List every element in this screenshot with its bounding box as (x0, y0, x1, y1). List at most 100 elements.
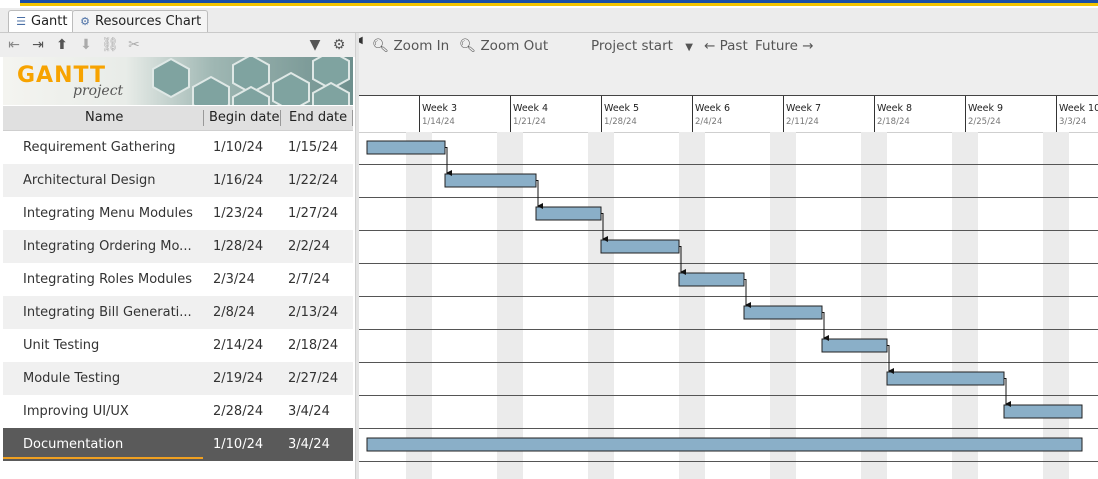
timeline-header: Week 3 1/14/24 Week 4 1/21/24 Week 5 1/28/24 W… (359, 95, 1098, 133)
unlink-icon[interactable]: ✂ (125, 36, 143, 54)
column-header-end-date[interactable]: End date (289, 106, 347, 130)
timeline-week: Week 3 1/14/24 (419, 96, 457, 132)
task-end-date: 1/22/24 (288, 173, 339, 188)
table-row[interactable]: Integrating Roles Modules 2/3/24 2/7/24 (3, 263, 353, 296)
column-divider[interactable] (352, 110, 353, 126)
week-label: Week 7 (786, 103, 822, 114)
task-begin-date: 2/19/24 (213, 371, 264, 386)
task-end-date: 2/18/24 (288, 338, 339, 353)
task-table-panel: ⇤ ⇥ ⬆ ⬇ ⛓ ✂ ▼ ⚙ GANTT project Name Begin… (0, 33, 355, 479)
task-toolbar: ⇤ ⇥ ⬆ ⬇ ⛓ ✂ ▼ ⚙ (0, 33, 355, 57)
task-bar[interactable] (366, 437, 1083, 452)
week-label: Week 5 (604, 103, 640, 114)
future-button[interactable]: Future → (755, 37, 814, 55)
zoom-in-button[interactable]: 🔍︎ Zoom In (372, 37, 449, 55)
table-row[interactable]: Architectural Design 1/16/24 1/22/24 (3, 164, 353, 197)
task-begin-date: 1/10/24 (213, 140, 264, 155)
top-strip-yellow (20, 3, 1098, 6)
task-bar[interactable] (678, 272, 745, 287)
week-label: Week 8 (877, 103, 913, 114)
column-divider[interactable] (280, 110, 281, 126)
table-row[interactable]: Improving UI/UX 2/28/24 3/4/24 (3, 395, 353, 428)
week-date: 2/4/24 (695, 117, 723, 127)
column-divider[interactable] (203, 110, 204, 126)
week-date: 2/25/24 (968, 117, 1001, 127)
task-begin-date: 2/3/24 (213, 272, 255, 287)
past-button[interactable]: ← Past (704, 37, 748, 55)
tab-gantt[interactable]: ☰ Gantt (8, 10, 75, 32)
task-name: Integrating Bill Generati... (23, 305, 192, 320)
task-bar[interactable] (1003, 404, 1083, 419)
outdent-icon[interactable]: ⇤ (5, 36, 23, 54)
task-bars (366, 140, 1083, 452)
week-label: Week 4 (513, 103, 549, 114)
tab-bar: ☰ Gantt ⚙ Resources Chart (0, 8, 1098, 33)
task-name: Architectural Design (23, 173, 156, 188)
task-bar[interactable] (444, 173, 537, 188)
logo-text-sub: project (73, 83, 124, 99)
task-bar[interactable] (743, 305, 823, 320)
task-begin-date: 2/8/24 (213, 305, 255, 320)
column-header-begin-date[interactable]: Begin date (209, 106, 279, 130)
table-row[interactable]: Integrating Bill Generati... 2/8/24 2/13/2… (3, 296, 353, 329)
task-bar[interactable] (886, 371, 1005, 386)
table-row[interactable]: Module Testing 2/19/24 2/27/24 (3, 362, 353, 395)
task-name: Integrating Ordering Mo... (23, 239, 192, 254)
selection-underline (3, 457, 203, 459)
tab-resources-label: Resources Chart (95, 14, 202, 29)
gantt-icon: ☰ (16, 14, 26, 28)
ganttproject-logo: GANTT project (3, 57, 353, 105)
task-bar[interactable] (821, 338, 888, 353)
task-begin-date: 1/16/24 (213, 173, 264, 188)
zoom-out-icon: 🔍︎ (459, 38, 477, 54)
task-name: Requirement Gathering (23, 140, 176, 155)
timeline-week: Week 4 1/21/24 (510, 96, 548, 132)
chevron-down-icon: ▼ (685, 42, 693, 53)
task-end-date: 3/4/24 (288, 437, 330, 452)
tab-resources-chart[interactable]: ⚙ Resources Chart (72, 10, 209, 32)
task-name: Module Testing (23, 371, 121, 386)
week-date: 1/14/24 (422, 117, 455, 127)
project-start-button[interactable]: Project start ▼ (591, 37, 693, 55)
settings-icon[interactable]: ⚙ (330, 36, 348, 54)
task-bar[interactable] (366, 140, 446, 155)
zoom-in-icon: 🔍︎ (372, 38, 390, 54)
move-down-icon[interactable]: ⬇ (77, 36, 95, 54)
week-label: Week 10 (1059, 103, 1098, 114)
task-end-date: 3/4/24 (288, 404, 330, 419)
link-icon[interactable]: ⛓ (101, 36, 119, 54)
indent-icon[interactable]: ⇥ (29, 36, 47, 54)
task-name: Integrating Roles Modules (23, 272, 193, 287)
task-end-date: 2/27/24 (288, 371, 339, 386)
task-bar[interactable] (600, 239, 680, 254)
zoom-in-label: Zoom In (393, 38, 450, 54)
resources-icon: ⚙ (80, 14, 90, 28)
task-bar[interactable] (535, 206, 602, 221)
move-up-icon[interactable]: ⬆ (53, 36, 71, 54)
filter-icon[interactable]: ▼ (306, 36, 324, 54)
chart-toolbar: 🔍︎ Zoom In 🔍︎ Zoom Out Project start ▼ ←… (359, 33, 1098, 95)
collapse-left-icon[interactable]: ◀ (359, 35, 363, 46)
task-begin-date: 1/23/24 (213, 206, 264, 221)
task-name: Unit Testing (23, 338, 100, 353)
table-row[interactable]: Requirement Gathering 1/10/24 1/15/24 (3, 131, 353, 164)
task-name: Improving UI/UX (23, 404, 129, 419)
table-row[interactable]: Integrating Menu Modules 1/23/24 1/27/24 (3, 197, 353, 230)
table-row[interactable]: Integrating Ordering Mo... 1/28/24 2/2/24 (3, 230, 353, 263)
task-begin-date: 1/10/24 (213, 437, 264, 452)
column-header-name[interactable]: Name (85, 106, 123, 130)
timeline-week: Week 6 2/4/24 (692, 96, 730, 132)
week-date: 2/18/24 (877, 117, 910, 127)
project-start-label: Project start (591, 38, 673, 54)
task-end-date: 2/13/24 (288, 305, 339, 320)
zoom-out-button[interactable]: 🔍︎ Zoom Out (459, 37, 548, 55)
week-label: Week 3 (422, 103, 458, 114)
table-row[interactable]: Unit Testing 2/14/24 2/18/24 (3, 329, 353, 362)
timeline-week: Week 8 2/18/24 (874, 96, 912, 132)
window-top-strip (0, 0, 1098, 8)
timeline-week: Week 7 2/11/24 (783, 96, 821, 132)
week-date: 3/3/24 (1059, 117, 1087, 127)
timeline-week: Week 9 2/25/24 (965, 96, 1003, 132)
timeline-week: Week 5 1/28/24 (601, 96, 639, 132)
tab-gantt-label: Gantt (31, 14, 68, 29)
